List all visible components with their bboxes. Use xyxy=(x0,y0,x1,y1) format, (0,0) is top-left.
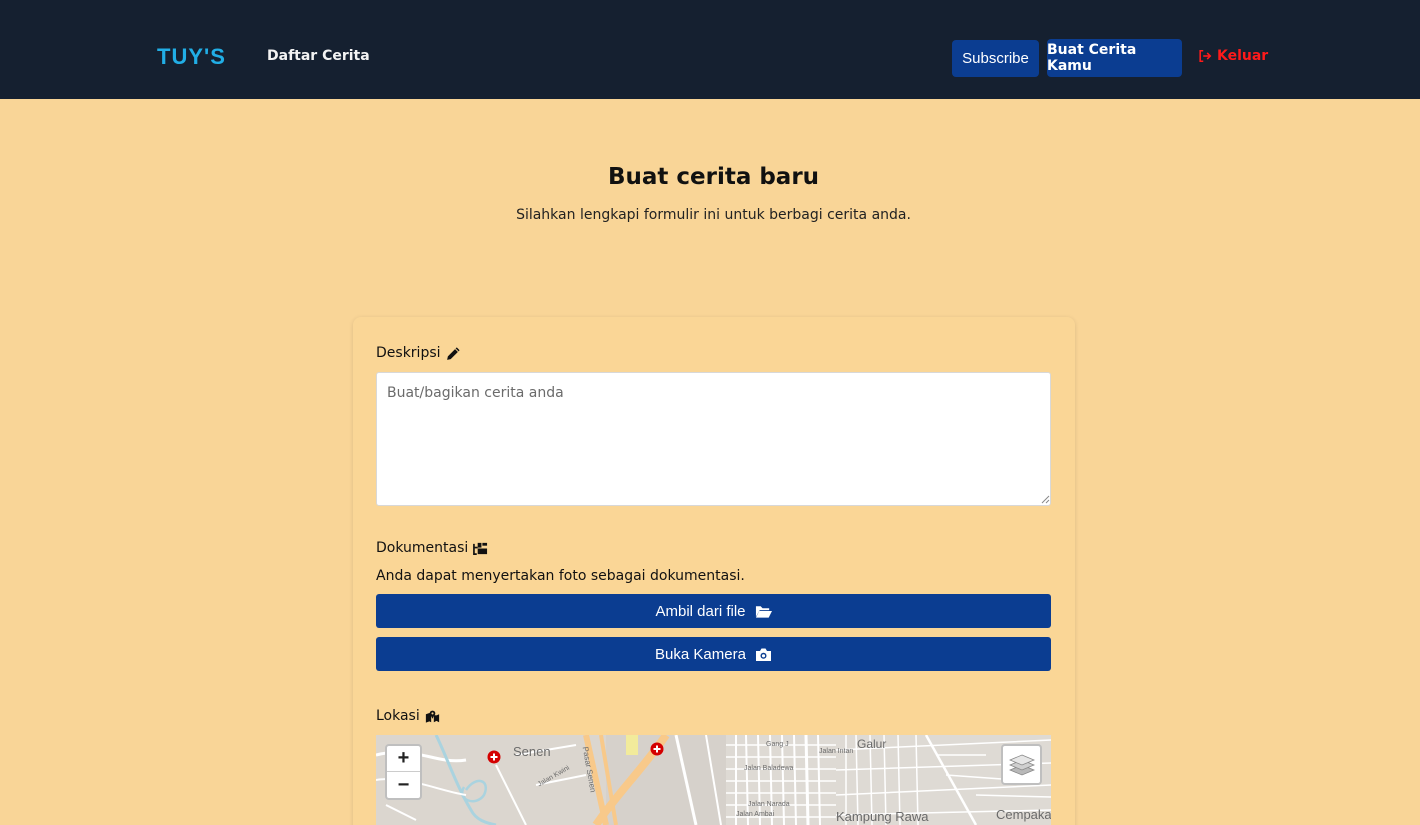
images-icon xyxy=(473,542,488,555)
map-label-gang-j: Gang J xyxy=(766,741,789,748)
description-label: Deskripsi xyxy=(376,345,461,361)
zoom-in-button[interactable]: + xyxy=(387,746,420,772)
choose-file-label: Ambil dari file xyxy=(655,602,746,620)
map-location-icon xyxy=(425,710,439,723)
location-map[interactable]: Senen Galur Kampung Rawa Cempaka Jalan K… xyxy=(376,735,1051,825)
folder-open-icon xyxy=(755,605,772,618)
pencil-icon xyxy=(446,346,460,360)
map-layers-button[interactable] xyxy=(1001,744,1042,785)
sign-out-icon xyxy=(1199,49,1212,63)
documentation-help-text: Anda dapat menyertakan foto sebagai doku… xyxy=(376,568,745,584)
location-label: Lokasi xyxy=(376,708,440,724)
page-title: Buat cerita baru xyxy=(607,164,820,190)
map-zoom-control: + − xyxy=(385,744,422,800)
resize-handle-icon[interactable] xyxy=(1041,495,1050,504)
camera-icon xyxy=(755,648,771,661)
map-label-senen: Senen xyxy=(513,744,551,759)
map-label-kampung-rawa: Kampung Rawa xyxy=(836,809,929,824)
map-label-jalan-ambai: Jalan Ambai xyxy=(736,811,775,818)
documentation-label: Dokumentasi xyxy=(376,540,488,556)
page-subtitle: Silahkan lengkapi formulir ini untuk ber… xyxy=(516,207,911,223)
open-camera-label: Buka Kamera xyxy=(655,645,746,663)
map-label-galur: Galur xyxy=(857,737,887,751)
zoom-out-button[interactable]: − xyxy=(387,772,420,798)
map-label-jalan-intan: Jalan Intan xyxy=(819,748,854,755)
nav-link-story-list[interactable]: Daftar Cerita xyxy=(267,48,370,64)
open-camera-button[interactable]: Buka Kamera xyxy=(376,637,1051,671)
subscribe-button[interactable]: Subscribe xyxy=(952,40,1039,77)
create-story-button[interactable]: Buat Cerita Kamu xyxy=(1047,39,1182,77)
logout-link[interactable]: Keluar xyxy=(1198,48,1268,64)
map-label-jalan-baladewa: Jalan Baladewa xyxy=(744,765,794,772)
logout-label: Keluar xyxy=(1217,48,1269,64)
description-label-text: Deskripsi xyxy=(376,345,441,361)
top-navbar: TUY'S Daftar Cerita Subscribe Buat Cerit… xyxy=(0,0,1420,99)
layers-icon xyxy=(1008,754,1035,775)
documentation-label-text: Dokumentasi xyxy=(376,540,469,556)
choose-file-button[interactable]: Ambil dari file xyxy=(376,594,1051,628)
brand-logo[interactable]: TUY'S xyxy=(157,44,226,70)
map-label-cempaka: Cempaka xyxy=(996,807,1051,822)
map-label-jalan-narada: Jalan Narada xyxy=(748,801,790,808)
map-tiles xyxy=(376,735,1051,825)
description-textarea[interactable] xyxy=(376,372,1051,506)
location-label-text: Lokasi xyxy=(376,708,420,724)
